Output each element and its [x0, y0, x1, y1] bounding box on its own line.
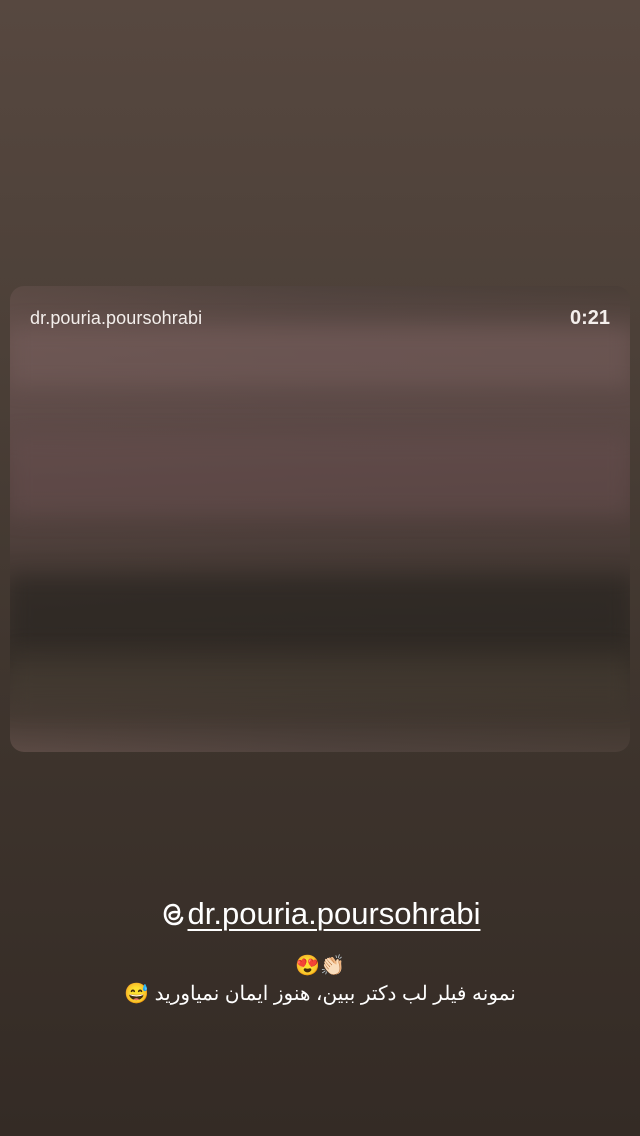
mention-sticker[interactable]: dr.pouria.poursohrabi: [0, 896, 640, 934]
video-blur-band: [10, 656, 630, 706]
video-blur-band: [10, 326, 630, 386]
mention-link[interactable]: dr.pouria.poursohrabi: [160, 896, 481, 932]
caption-text-line: نمونه فیلر لب دکتر ببین، هنوز ایمان نمیا…: [124, 983, 516, 1005]
threads-icon: [160, 899, 186, 929]
mention-text: dr.pouria.poursohrabi: [187, 896, 481, 931]
caption-emoji-line: 😍👏🏻: [295, 955, 345, 977]
video-blur-band: [10, 436, 630, 516]
video-preview-card[interactable]: dr.pouria.poursohrabi 0:21: [10, 286, 630, 752]
video-duration: 0:21: [569, 307, 610, 329]
video-blur-band: [10, 576, 630, 646]
video-username[interactable]: dr.pouria.poursohrabi: [30, 308, 202, 329]
